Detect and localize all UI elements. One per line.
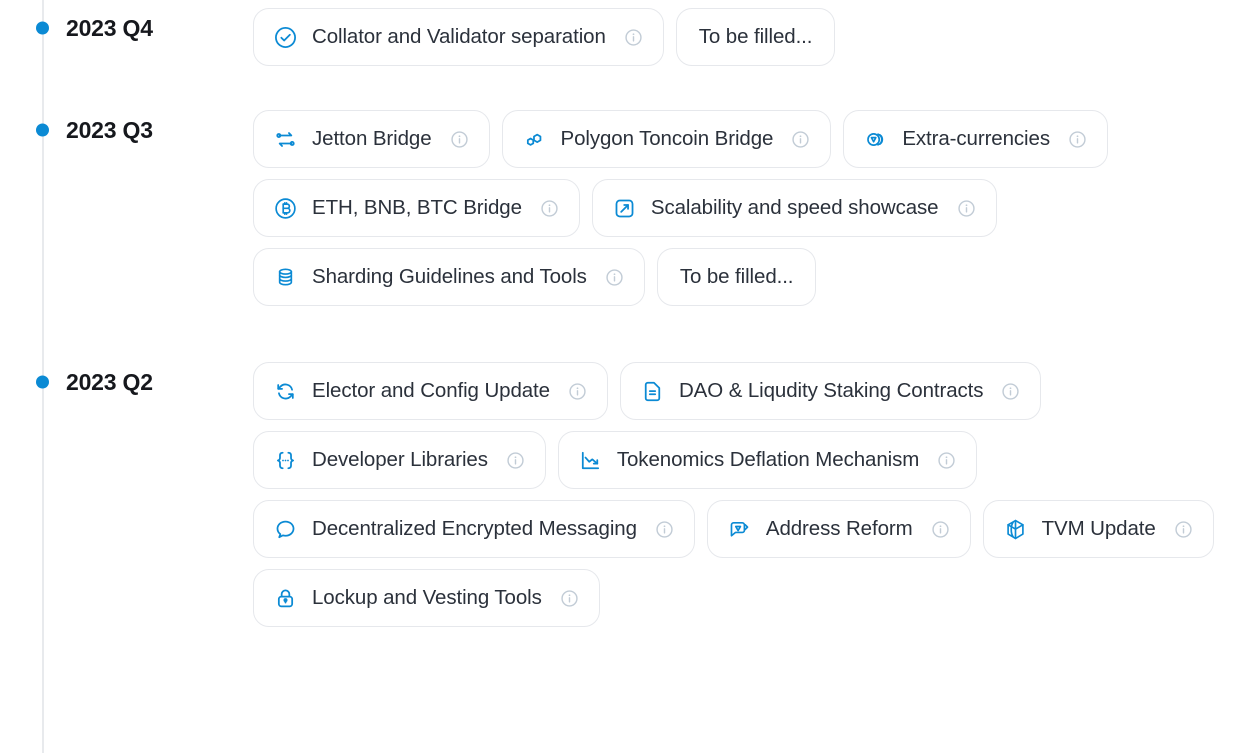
roadmap-item-chip[interactable]: DAO & Liqudity Staking Contracts bbox=[619, 362, 1042, 420]
roadmap-item-chip[interactable]: Developer Libraries bbox=[253, 431, 546, 489]
quarter-items: Collator and Validator separation To be f… bbox=[253, 8, 1234, 110]
roadmap-item-label: Sharding Guidelines and Tools bbox=[312, 265, 587, 288]
roadmap-item-label: To be filled... bbox=[698, 25, 813, 48]
info-icon[interactable] bbox=[605, 268, 624, 287]
coins-icon bbox=[863, 127, 888, 152]
info-icon[interactable] bbox=[1068, 130, 1087, 149]
quarter-header: 2023 Q2 bbox=[0, 362, 253, 402]
info-icon[interactable] bbox=[1001, 382, 1020, 401]
refresh-sync-icon bbox=[273, 379, 298, 404]
roadmap-item-label: Developer Libraries bbox=[312, 448, 488, 471]
roadmap-item-chip[interactable]: Polygon Toncoin Bridge bbox=[501, 110, 832, 168]
quarter-label: 2023 Q2 bbox=[66, 368, 153, 395]
ton-tag-icon bbox=[727, 517, 752, 542]
roadmap-item-label: Polygon Toncoin Bridge bbox=[560, 127, 774, 150]
info-icon[interactable] bbox=[540, 199, 559, 218]
roadmap-placeholder-chip: To be filled... bbox=[656, 248, 817, 306]
roadmap-item-label: To be filled... bbox=[679, 265, 794, 288]
cube-3d-icon bbox=[1003, 517, 1028, 542]
roadmap-placeholder-chip: To be filled... bbox=[675, 8, 836, 66]
timeline-quarter: 2023 Q3 Jetton Bridge Polygon Toncoin Brid… bbox=[0, 110, 1234, 362]
roadmap-item-chip[interactable]: Decentralized Encrypted Messaging bbox=[253, 500, 695, 558]
info-icon[interactable] bbox=[1174, 520, 1193, 539]
roadmap-item-chip[interactable]: Address Reform bbox=[706, 500, 971, 558]
lock-icon bbox=[273, 586, 298, 611]
chat-bubble-icon bbox=[273, 517, 298, 542]
roadmap-item-label: ETH, BNB, BTC Bridge bbox=[312, 196, 522, 219]
roadmap-item-label: Tokenomics Deflation Mechanism bbox=[616, 448, 920, 471]
roadmap-item-chip[interactable]: Scalability and speed showcase bbox=[591, 179, 997, 237]
expand-arrow-box-icon bbox=[612, 196, 637, 221]
check-circle-icon bbox=[273, 25, 298, 50]
timeline-dot-marker bbox=[36, 21, 49, 35]
info-icon[interactable] bbox=[568, 382, 587, 401]
roadmap-item-chip[interactable]: Elector and Config Update bbox=[253, 362, 608, 420]
timeline-quarter: 2023 Q4 Collator and Validator separation… bbox=[0, 8, 1234, 110]
timeline-quarter: 2023 Q2 Elector and Config Update DAO & Li… bbox=[0, 362, 1234, 627]
info-icon[interactable] bbox=[655, 520, 674, 539]
roadmap-item-label: Lockup and Vesting Tools bbox=[312, 586, 542, 609]
roadmap-item-label: Elector and Config Update bbox=[312, 379, 550, 402]
info-icon[interactable] bbox=[937, 451, 956, 470]
quarter-header: 2023 Q4 bbox=[0, 8, 253, 48]
bitcoin-circle-icon bbox=[273, 196, 298, 221]
roadmap-timeline: 2023 Q4 Collator and Validator separation… bbox=[0, 0, 1234, 753]
info-icon[interactable] bbox=[931, 520, 950, 539]
roadmap-item-label: TVM Update bbox=[1041, 517, 1156, 540]
roadmap-item-label: Address Reform bbox=[765, 517, 913, 540]
roadmap-item-chip[interactable]: Sharding Guidelines and Tools bbox=[253, 248, 645, 306]
polygon-chain-icon bbox=[522, 127, 547, 152]
roadmap-item-chip[interactable]: Extra-currencies bbox=[843, 110, 1108, 168]
code-braces-icon bbox=[273, 448, 298, 473]
roadmap-item-label: Scalability and speed showcase bbox=[650, 196, 939, 219]
roadmap-item-label: Jetton Bridge bbox=[312, 127, 432, 150]
roadmap-item-label: Extra-currencies bbox=[902, 127, 1050, 150]
trend-down-chart-icon bbox=[578, 448, 603, 473]
roadmap-item-label: Decentralized Encrypted Messaging bbox=[312, 517, 637, 540]
timeline-dot-marker bbox=[36, 375, 49, 389]
roadmap-item-chip[interactable]: Jetton Bridge bbox=[253, 110, 490, 168]
info-icon[interactable] bbox=[450, 130, 469, 149]
quarter-items: Elector and Config Update DAO & Liqudity … bbox=[253, 362, 1234, 627]
info-icon[interactable] bbox=[506, 451, 525, 470]
info-icon[interactable] bbox=[791, 130, 810, 149]
roadmap-item-chip[interactable]: TVM Update bbox=[982, 500, 1214, 558]
roadmap-item-label: DAO & Liqudity Staking Contracts bbox=[678, 379, 984, 402]
quarter-label: 2023 Q4 bbox=[66, 14, 153, 41]
info-icon[interactable] bbox=[560, 589, 579, 608]
roadmap-item-label: Collator and Validator separation bbox=[312, 25, 606, 48]
quarter-label: 2023 Q3 bbox=[66, 116, 153, 143]
quarter-header: 2023 Q3 bbox=[0, 110, 253, 150]
timeline-list: 2023 Q4 Collator and Validator separation… bbox=[0, 0, 1234, 627]
document-icon bbox=[640, 379, 665, 404]
quarter-items: Jetton Bridge Polygon Toncoin Bridge Extra… bbox=[253, 110, 1234, 362]
timeline-dot-marker bbox=[36, 123, 49, 137]
database-stack-icon bbox=[273, 265, 298, 290]
roadmap-item-chip[interactable]: Lockup and Vesting Tools bbox=[253, 569, 600, 627]
info-icon[interactable] bbox=[957, 199, 976, 218]
roadmap-item-chip[interactable]: Collator and Validator separation bbox=[253, 8, 664, 66]
bridge-swap-icon bbox=[273, 127, 298, 152]
info-icon[interactable] bbox=[624, 28, 643, 47]
roadmap-item-chip[interactable]: Tokenomics Deflation Mechanism bbox=[557, 431, 978, 489]
roadmap-item-chip[interactable]: ETH, BNB, BTC Bridge bbox=[253, 179, 580, 237]
